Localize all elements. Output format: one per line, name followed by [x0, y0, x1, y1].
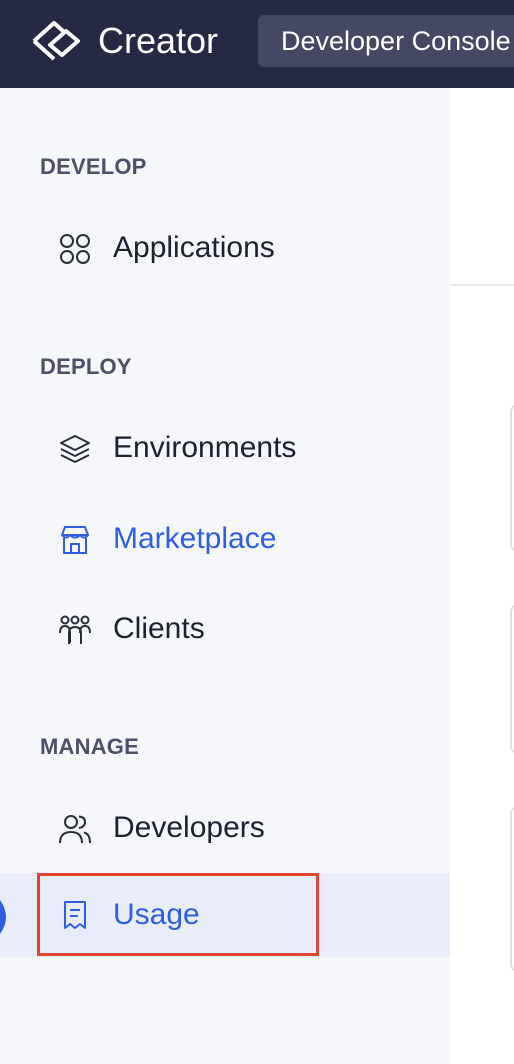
users-icon	[59, 815, 91, 844]
content-card[interactable]	[510, 806, 514, 972]
top-bar: Creator Developer Console	[0, 0, 514, 88]
sidebar-item-label: Applications	[113, 231, 275, 264]
highlight-annotation-box	[37, 873, 319, 956]
sidebar-item-label: Clients	[113, 612, 205, 645]
sidebar-item-developers[interactable]: Developers	[0, 792, 450, 864]
sidebar-item-label: Marketplace	[113, 522, 277, 555]
main-header-divider	[450, 284, 514, 286]
section-header-manage: MANAGE	[40, 734, 139, 759]
storefront-icon	[61, 526, 89, 554]
apps-grid-icon	[60, 234, 90, 264]
app-name[interactable]: Creator	[98, 19, 218, 63]
sidebar-item-label: Environments	[113, 431, 297, 464]
sidebar-item-applications[interactable]: Applications	[0, 212, 450, 284]
creator-logo-icon[interactable]	[30, 19, 84, 63]
clients-group-icon	[59, 615, 91, 644]
section-header-develop: DEVELOP	[40, 154, 147, 179]
sidebar-item-marketplace[interactable]: Marketplace	[0, 503, 450, 575]
section-header-deploy: DEPLOY	[40, 354, 132, 379]
sidebar-item-clients[interactable]: Clients	[0, 593, 450, 665]
sidebar-item-environments[interactable]: Environments	[0, 412, 450, 484]
content-card[interactable]	[510, 604, 514, 754]
active-item-marker	[0, 900, 6, 934]
content-card[interactable]	[510, 404, 514, 552]
layers-icon	[60, 435, 90, 463]
sidebar-item-label: Developers	[113, 811, 265, 844]
developer-console-button[interactable]: Developer Console	[258, 15, 514, 67]
